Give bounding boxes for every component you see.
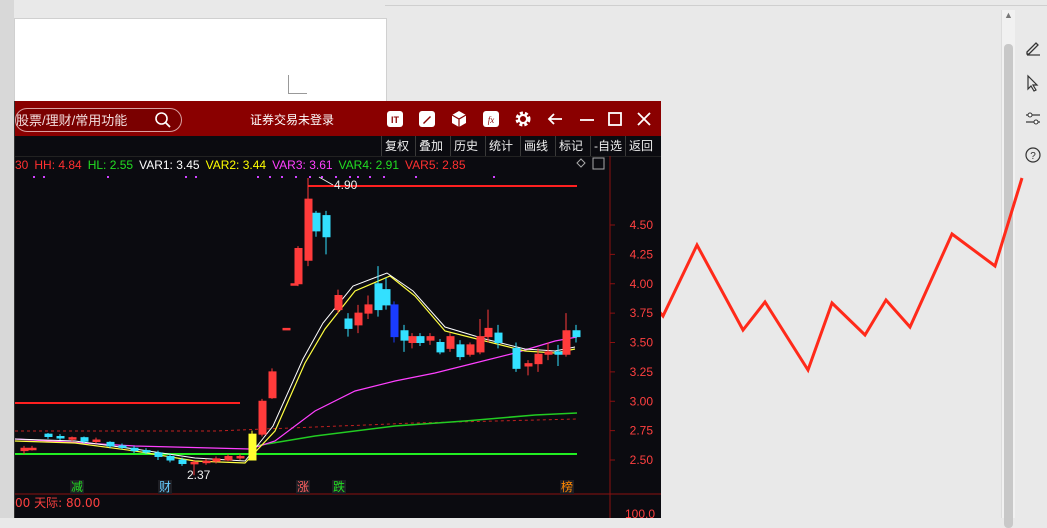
signal-dot xyxy=(415,176,417,178)
candle-up xyxy=(190,461,199,465)
candle-up xyxy=(20,447,29,452)
signal-dot xyxy=(281,176,283,178)
candle-up xyxy=(354,312,363,326)
candle-up xyxy=(426,336,435,341)
candle-up xyxy=(268,371,277,399)
candle-down xyxy=(142,450,151,453)
candle-down xyxy=(322,215,331,238)
panel-toggle-icon xyxy=(592,157,605,170)
candle-up xyxy=(544,351,553,355)
candle-down xyxy=(56,436,65,439)
candle-down xyxy=(118,445,127,448)
signal-dot xyxy=(33,176,35,178)
signal-dot xyxy=(321,176,323,178)
var3-line xyxy=(15,336,578,450)
signal-dot xyxy=(269,176,271,178)
candle-down xyxy=(374,283,383,311)
event-marker: 减 xyxy=(71,480,83,494)
sub-axis-label: 100.0 xyxy=(625,507,655,518)
candle-down xyxy=(494,332,503,344)
high-price-label: 4.90 xyxy=(334,178,358,192)
candle-up xyxy=(334,295,343,311)
candle-down xyxy=(106,441,115,447)
price-tick-label: 4.25 xyxy=(630,247,654,261)
sub-indicator-label: 00 天际: 80.00 xyxy=(15,496,100,510)
candle-up xyxy=(68,437,77,440)
candle-up xyxy=(294,248,303,285)
var1-line xyxy=(15,272,576,462)
candle-down xyxy=(178,459,187,465)
candle-up xyxy=(28,447,37,451)
candle-up xyxy=(562,330,571,355)
candle-down xyxy=(312,212,321,232)
signal-dot xyxy=(43,176,45,178)
event-marker: 跌 xyxy=(333,479,345,494)
candle-down xyxy=(44,433,53,437)
candle-down xyxy=(436,342,445,353)
candle-up xyxy=(92,439,101,443)
signal-dot xyxy=(493,176,495,178)
candle-down xyxy=(154,452,163,457)
price-tick-label: 3.75 xyxy=(630,306,654,320)
candle-down xyxy=(572,330,581,338)
candle-down xyxy=(416,336,425,343)
candle-up xyxy=(304,198,313,261)
candlestick-chart[interactable]: 4.50 4.25 4.00 3.75 3.50 3.25 3.00 2.75 2.50 100.… xyxy=(15,101,661,518)
candle-up xyxy=(476,336,485,353)
candle-up xyxy=(282,327,291,331)
candle-up xyxy=(466,344,475,355)
price-tick-label: 2.50 xyxy=(630,453,654,467)
candle-up xyxy=(212,458,221,462)
candle-down xyxy=(166,455,175,461)
signal-dot xyxy=(309,176,311,178)
candle-up xyxy=(446,336,455,349)
signal-dot xyxy=(295,176,297,178)
candle-down xyxy=(390,304,399,338)
signal-dot xyxy=(195,176,197,178)
candle-up xyxy=(258,400,267,435)
signal-dot xyxy=(383,176,385,178)
candle-up xyxy=(248,433,257,461)
signal-dot xyxy=(257,176,259,178)
event-marker: 榜 xyxy=(561,479,573,494)
candle-down xyxy=(456,344,465,358)
price-tick-label: 4.50 xyxy=(630,218,654,232)
candle-up xyxy=(524,363,533,367)
candle-down xyxy=(130,447,139,452)
candle-down xyxy=(512,347,521,369)
stock-trading-window: 证券交易未登录 IT fx xyxy=(14,101,661,518)
var2-line xyxy=(15,275,576,464)
price-tick-label: 4.00 xyxy=(630,277,654,291)
candle-up xyxy=(408,336,417,343)
high-label-pointer xyxy=(318,176,334,186)
price-tick-label: 3.50 xyxy=(630,336,654,350)
var4-line xyxy=(254,412,578,447)
candle-down xyxy=(400,330,409,341)
price-tick-label: 3.25 xyxy=(630,365,654,379)
candle-down xyxy=(344,318,353,329)
candle-down xyxy=(554,351,563,355)
price-tick-label: 2.75 xyxy=(630,424,654,438)
candle-up xyxy=(224,455,233,461)
price-tick-label: 3.00 xyxy=(630,394,654,408)
candle-up xyxy=(484,327,493,338)
event-marker: 财 xyxy=(159,480,171,494)
event-marker: 涨 xyxy=(297,479,309,494)
candle-up xyxy=(364,304,373,314)
signal-dot xyxy=(369,176,371,178)
candle-up xyxy=(236,455,245,459)
low-price-label: 2.37 xyxy=(187,468,211,482)
signal-dot xyxy=(185,176,187,178)
candle-up xyxy=(202,460,211,464)
candle-down xyxy=(80,437,89,442)
candle-down xyxy=(382,289,391,306)
signal-dot xyxy=(107,176,109,178)
diamond-icon xyxy=(576,158,586,168)
candle-up xyxy=(534,353,543,365)
